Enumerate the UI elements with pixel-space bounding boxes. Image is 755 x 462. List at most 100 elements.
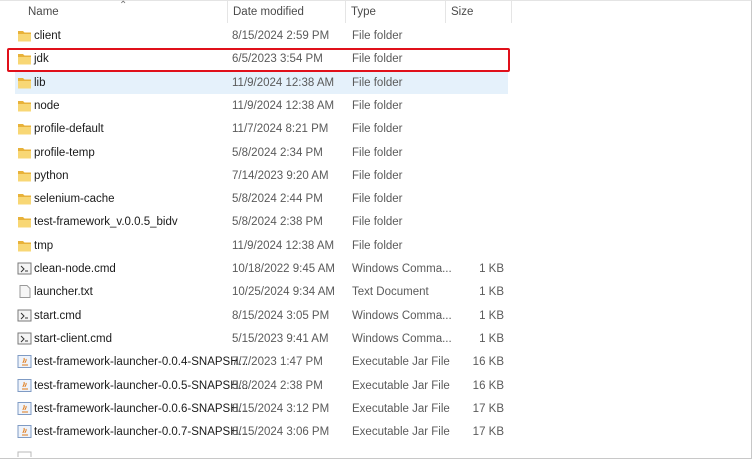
file-date: 5/15/2023 9:41 AM: [232, 332, 329, 345]
file-name: client: [34, 30, 61, 42]
file-row[interactable]: profile-temp 5/8/2024 2:34 PM File folde…: [15, 142, 508, 164]
file-row[interactable]: test-framework-launcher-0.0.5-SNAPSH... …: [15, 375, 508, 397]
file-size: 16 KB: [472, 356, 504, 369]
file-name: tmp: [34, 239, 54, 252]
file-row[interactable]: python 7/14/2023 9:20 AM File folder: [15, 165, 508, 187]
file-type: File folder: [352, 146, 403, 159]
jar-file-icon: [17, 401, 32, 415]
file-date: 8/15/2024 3:06 PM: [232, 426, 330, 439]
folder-icon: [18, 31, 31, 42]
file-row[interactable]: lib 11/9/2024 12:38 AM File folder: [15, 71, 508, 94]
column-header-date[interactable]: Date modified: [228, 1, 346, 23]
file-date: 8/15/2024 3:05 PM: [232, 309, 330, 322]
file-type: Windows Comma...: [352, 332, 452, 345]
sort-ascending-icon: ⌃: [119, 0, 128, 11]
file-name: node: [34, 99, 60, 112]
file-type: Text Document: [352, 286, 429, 299]
folder-icon: [18, 124, 31, 135]
folder-icon: [18, 194, 31, 205]
file-date: 11/9/2024 12:38 AM: [232, 99, 335, 112]
cmd-file-icon: [17, 262, 32, 275]
file-date: 5/8/2024 2:38 PM: [232, 216, 323, 229]
file-date: 10/18/2022 9:45 AM: [232, 263, 335, 275]
text-file-icon: [19, 285, 31, 299]
file-name: test-framework-launcher-0.0.5-SNAPSH...: [34, 379, 249, 392]
cmd-file-icon: [17, 332, 32, 345]
file-date: 10/25/2024 9:34 AM: [232, 286, 335, 299]
file-name: test-framework-launcher-0.0.4-SNAPSH...: [34, 356, 249, 369]
file-type: File folder: [352, 123, 403, 136]
jar-file-icon: [17, 378, 32, 392]
column-header-size[interactable]: Size: [446, 1, 512, 23]
file-row[interactable]: client 8/15/2024 2:59 PM File folder: [15, 25, 508, 47]
file-date: 5/8/2024 2:44 PM: [232, 193, 323, 206]
file-row[interactable]: node 11/9/2024 12:38 AM File folder: [15, 95, 508, 117]
highlight-box: [7, 48, 510, 72]
file-type: Executable Jar File: [352, 426, 450, 439]
file-name: start-client.cmd: [34, 332, 112, 345]
file-name: clean-node.cmd: [34, 263, 116, 275]
file-name: launcher.txt: [34, 286, 93, 299]
file-type: Windows Comma...: [352, 309, 452, 322]
file-type: File folder: [352, 99, 403, 112]
file-type: Executable Jar File: [352, 402, 450, 415]
file-row[interactable]: selenium-cache 5/8/2024 2:44 PM File fol…: [15, 188, 508, 210]
file-date: 11/9/2024 12:38 AM: [232, 76, 335, 89]
column-header-name[interactable]: Name ⌃: [0, 0, 228, 23]
file-row[interactable]: tmp 11/9/2024 12:38 AM File folder: [15, 235, 508, 257]
file-size: 1 KB: [479, 332, 504, 345]
file-size: 17 KB: [472, 402, 504, 415]
file-size: 1 KB: [479, 286, 504, 299]
jar-file-icon: [17, 425, 32, 439]
file-name: test-framework_v.0.0.5_bidv: [34, 216, 178, 229]
file-size: 16 KB: [472, 379, 504, 392]
file-date: 8/15/2024 2:59 PM: [232, 30, 330, 42]
file-type: Executable Jar File: [352, 379, 450, 392]
folder-icon: [18, 217, 31, 228]
jar-file-icon: [17, 355, 32, 369]
file-type: File folder: [352, 216, 403, 229]
folder-icon: [18, 77, 31, 89]
folder-icon: [18, 170, 31, 182]
file-type: File folder: [352, 239, 403, 252]
column-name-label: Name: [28, 6, 59, 18]
file-name: start.cmd: [34, 309, 82, 322]
file-type: Windows Comma...: [352, 263, 452, 275]
file-name: lib: [34, 76, 46, 89]
file-row[interactable]: test-framework-launcher-0.0.6-SNAPSH... …: [15, 398, 508, 420]
file-type: File folder: [352, 76, 403, 89]
file-name: test-framework-launcher-0.0.6-SNAPSH...: [34, 402, 249, 415]
folder-icon: [18, 240, 31, 252]
file-row[interactable]: start-client.cmd 5/15/2023 9:41 AM Windo…: [15, 328, 508, 350]
file-size: 1 KB: [479, 309, 504, 322]
file-size: 1 KB: [479, 263, 504, 275]
file-name: profile-temp: [34, 146, 95, 159]
file-date: 11/7/2024 8:21 PM: [232, 123, 329, 136]
file-row[interactable]: test-framework-launcher-0.0.4-SNAPSH... …: [15, 351, 508, 373]
file-type: File folder: [352, 30, 403, 42]
folder-icon: [18, 147, 31, 158]
file-row[interactable]: profile-default 11/7/2024 8:21 PM File f…: [15, 118, 508, 140]
cmd-file-icon: [17, 309, 32, 322]
file-icon: [17, 451, 32, 457]
file-type: Executable Jar File: [352, 356, 450, 369]
file-size: 17 KB: [472, 426, 504, 439]
file-name: test-framework-launcher-0.0.7-SNAPSH...: [34, 426, 249, 439]
file-row[interactable]: clean-node.cmd 10/18/2022 9:45 AM Window…: [15, 258, 508, 280]
partial-file-row[interactable]: [15, 447, 508, 457]
file-date: 7/14/2023 9:20 AM: [232, 169, 329, 182]
file-name: selenium-cache: [34, 193, 115, 206]
file-date: 5/8/2024 2:34 PM: [232, 146, 323, 159]
file-type: File folder: [352, 169, 403, 182]
file-row[interactable]: test-framework-launcher-0.0.7-SNAPSH... …: [15, 421, 508, 443]
file-type: File folder: [352, 193, 403, 206]
file-row[interactable]: test-framework_v.0.0.5_bidv 5/8/2024 2:3…: [15, 211, 508, 233]
file-row[interactable]: start.cmd 8/15/2024 3:05 PM Windows Comm…: [15, 305, 508, 327]
column-header-type[interactable]: Type: [346, 1, 446, 23]
file-row[interactable]: launcher.txt 10/25/2024 9:34 AM Text Doc…: [15, 281, 508, 303]
file-explorer-pane: Name ⌃ Date modified Type Size client 8/…: [0, 0, 752, 459]
column-header: Name ⌃ Date modified Type Size: [0, 0, 512, 23]
file-date: 11/9/2024 12:38 AM: [232, 239, 335, 252]
file-name: profile-default: [34, 123, 104, 136]
folder-icon: [18, 100, 31, 112]
